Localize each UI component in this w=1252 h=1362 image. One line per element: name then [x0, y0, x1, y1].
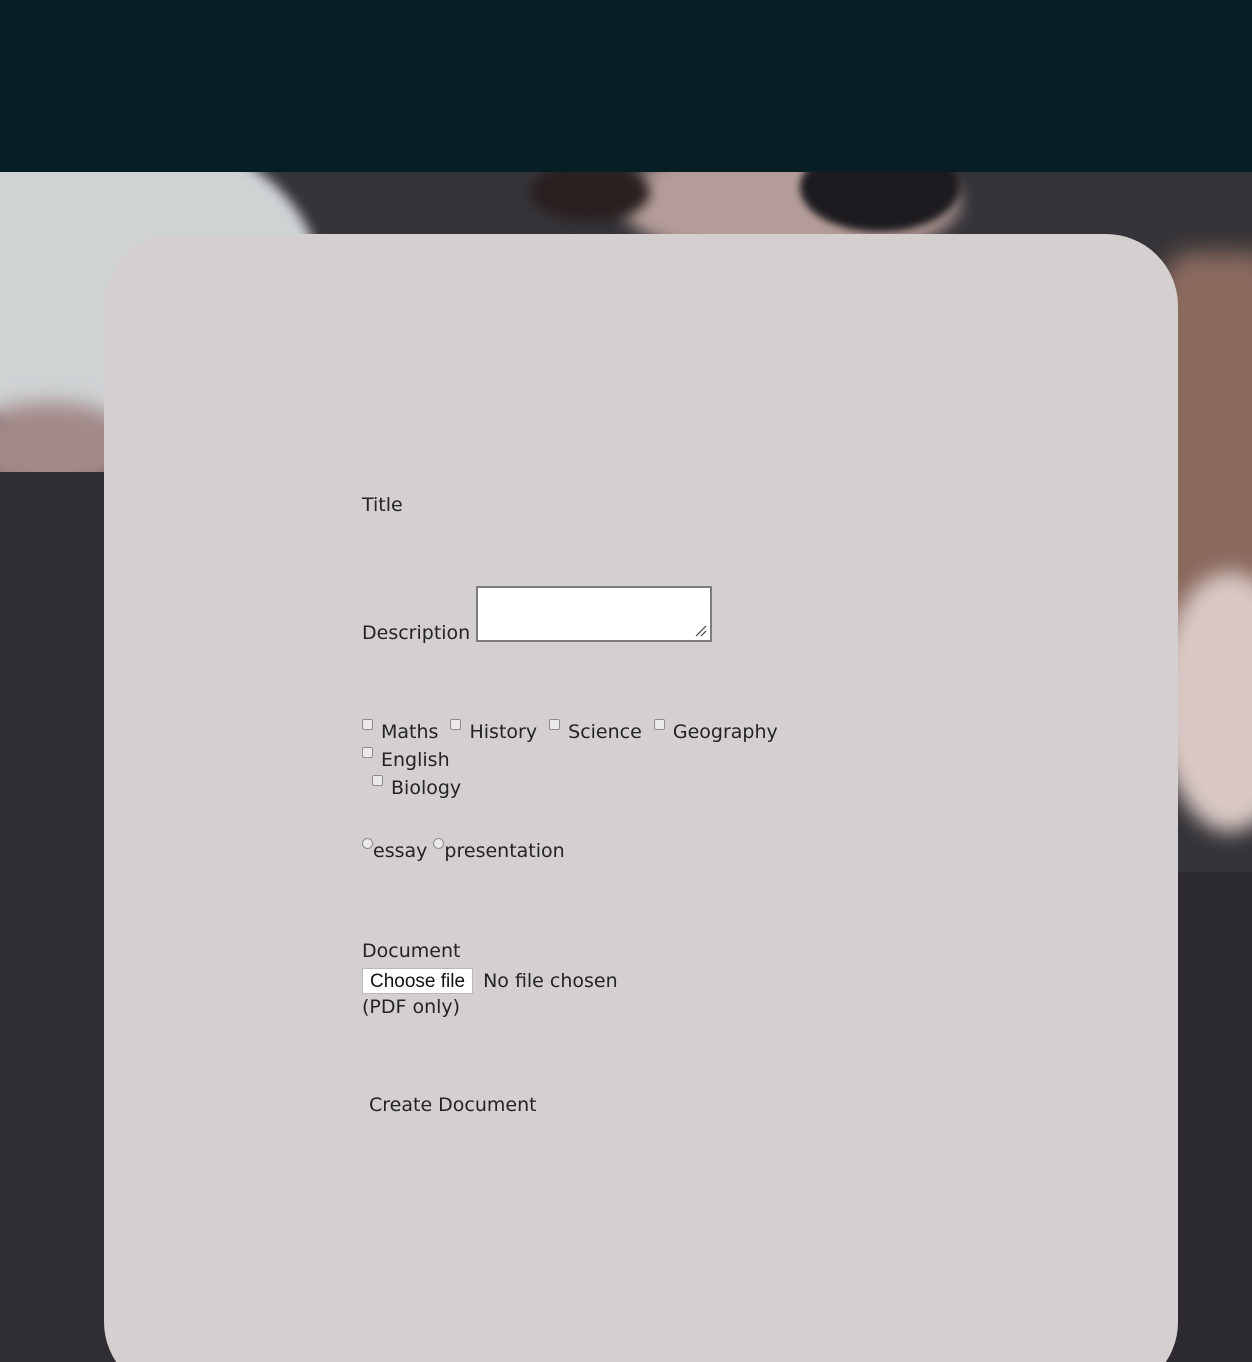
biology-label: Biology — [391, 777, 462, 799]
history-checkbox[interactable] — [450, 719, 462, 730]
create-document-button[interactable]: Create Document — [369, 1094, 537, 1116]
subject-checkbox-group: Maths History Science Geography English … — [362, 718, 862, 802]
essay-label: essay — [373, 840, 428, 862]
title-field: Title — [362, 494, 403, 516]
essay-radio[interactable] — [362, 838, 373, 849]
file-input[interactable]: Choose file No file chosen — [362, 968, 618, 994]
presentation-label: presentation — [444, 840, 565, 862]
description-field: Description — [362, 586, 713, 644]
subject-option-biology[interactable]: Biology — [372, 774, 461, 802]
subject-option-science[interactable]: Science — [549, 718, 642, 746]
presentation-radio[interactable] — [433, 838, 445, 849]
description-label: Description — [362, 622, 471, 644]
page: Title Description Maths History Science … — [0, 0, 1252, 1362]
file-status: No file chosen — [483, 970, 618, 992]
english-label: English — [381, 749, 450, 771]
resize-grip-icon[interactable] — [695, 625, 707, 637]
document-label: Document — [362, 940, 461, 962]
subject-option-geography[interactable]: Geography — [653, 718, 778, 746]
description-textarea[interactable] — [476, 586, 713, 642]
maths-checkbox[interactable] — [362, 719, 373, 730]
file-type-note: (PDF only) — [362, 996, 461, 1018]
document-field: Document — [362, 940, 460, 962]
maths-label: Maths — [381, 721, 439, 743]
geography-label: Geography — [672, 721, 778, 743]
type-option-essay[interactable]: essay — [362, 838, 428, 862]
subject-option-history[interactable]: History — [450, 718, 537, 746]
history-label: History — [469, 721, 538, 743]
top-header-bar — [0, 0, 1252, 172]
science-label: Science — [568, 721, 642, 743]
geography-checkbox[interactable] — [653, 719, 665, 730]
title-label: Title — [362, 494, 403, 516]
document-type-radio-group: essay presentation — [362, 838, 565, 862]
type-option-presentation[interactable]: presentation — [433, 838, 565, 862]
subject-option-english[interactable]: English — [362, 746, 450, 774]
english-checkbox[interactable] — [362, 747, 373, 758]
choose-file-button[interactable]: Choose file — [362, 968, 474, 994]
science-checkbox[interactable] — [549, 719, 561, 730]
subject-option-maths[interactable]: Maths — [362, 718, 438, 746]
biology-checkbox[interactable] — [372, 775, 383, 786]
